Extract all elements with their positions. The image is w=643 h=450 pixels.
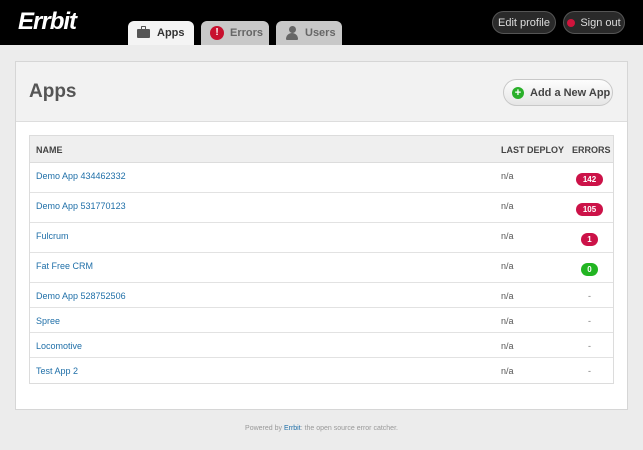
footer-prefix: Powered by <box>245 425 284 432</box>
plus-icon: + <box>512 86 524 99</box>
last-deploy-value: n/a <box>501 171 514 181</box>
table-row: Demo App 531770123 n/a 105 <box>30 193 613 223</box>
table-row: Demo App 528752506 n/a - <box>30 283 613 308</box>
table-header: NAME LAST DEPLOY ERRORS <box>30 136 613 163</box>
last-deploy-value: n/a <box>501 231 514 241</box>
column-header-last-deploy: LAST DEPLOY <box>501 145 565 155</box>
sign-out-label: Sign out <box>580 16 621 29</box>
error-count-empty: - <box>588 366 591 376</box>
panel-header: Apps + Add a New App <box>16 62 627 122</box>
error-count-badge[interactable]: 142 <box>576 173 603 186</box>
last-deploy-value: n/a <box>501 261 514 271</box>
error-count-badge[interactable]: 0 <box>581 263 598 276</box>
table-row: Fat Free CRM n/a 0 <box>30 253 613 283</box>
edit-profile-button[interactable]: Edit profile <box>492 11 556 34</box>
table-row: Spree n/a - <box>30 308 613 333</box>
add-new-app-button[interactable]: + Add a New App <box>503 79 613 106</box>
briefcase-icon <box>137 26 151 40</box>
table-row: Demo App 434462332 n/a 142 <box>30 163 613 193</box>
table-row: Locomotive n/a - <box>30 333 613 358</box>
footer-errbit-link[interactable]: Errbit <box>284 425 301 432</box>
tab-apps-label: Apps <box>157 27 185 39</box>
tab-apps[interactable]: Apps <box>128 21 194 45</box>
sign-out-button[interactable]: Sign out <box>563 11 625 34</box>
table-row: Test App 2 n/a - <box>30 358 613 383</box>
table-row: Fulcrum n/a 1 <box>30 223 613 253</box>
footer-suffix: : the open source error catcher. <box>300 425 398 432</box>
app-link[interactable]: Fulcrum <box>36 231 69 241</box>
error-count-badge[interactable]: 1 <box>581 233 598 246</box>
app-link[interactable]: Demo App 531770123 <box>36 201 126 211</box>
app-link[interactable]: Demo App 528752506 <box>36 291 126 301</box>
last-deploy-value: n/a <box>501 316 514 326</box>
tab-errors-label: Errors <box>230 27 264 39</box>
sign-out-icon <box>567 18 576 27</box>
add-new-app-label: Add a New App <box>530 86 611 99</box>
app-link[interactable]: Test App 2 <box>36 366 78 376</box>
app-link[interactable]: Locomotive <box>36 341 82 351</box>
error-count-empty: - <box>588 316 591 326</box>
tab-users[interactable]: Users <box>276 21 342 45</box>
error-count-empty: - <box>588 291 591 301</box>
footer: Powered by Errbit: the open source error… <box>0 425 643 432</box>
top-header: Errbit Apps ! Errors Users Edit profile … <box>0 0 643 45</box>
last-deploy-value: n/a <box>501 341 514 351</box>
users-icon <box>285 26 299 40</box>
error-count-badge[interactable]: 105 <box>576 203 603 216</box>
app-link[interactable]: Demo App 434462332 <box>36 171 126 181</box>
tab-users-label: Users <box>305 27 336 39</box>
page-title: Apps <box>29 81 77 102</box>
errbit-logo[interactable]: Errbit <box>18 8 77 36</box>
errors-icon: ! <box>210 26 224 40</box>
error-count-empty: - <box>588 341 591 351</box>
apps-table: NAME LAST DEPLOY ERRORS Demo App 4344623… <box>29 135 614 384</box>
last-deploy-value: n/a <box>501 291 514 301</box>
last-deploy-value: n/a <box>501 201 514 211</box>
apps-panel: Apps + Add a New App NAME LAST DEPLOY ER… <box>15 61 628 410</box>
last-deploy-value: n/a <box>501 366 514 376</box>
tab-errors[interactable]: ! Errors <box>201 21 269 45</box>
app-link[interactable]: Fat Free CRM <box>36 261 93 271</box>
column-header-errors: ERRORS <box>572 145 611 155</box>
column-header-name: NAME <box>36 145 63 155</box>
app-link[interactable]: Spree <box>36 316 60 326</box>
